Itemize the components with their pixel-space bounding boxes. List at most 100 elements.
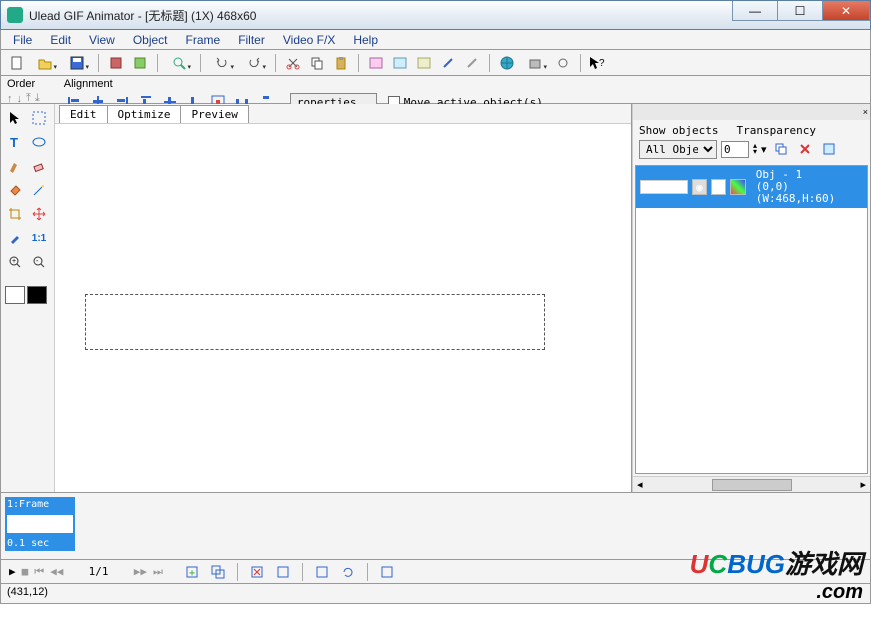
menu-object[interactable]: Object	[125, 31, 176, 49]
scroll-left-icon[interactable]: ◂	[633, 478, 647, 491]
menu-help[interactable]: Help	[345, 31, 386, 49]
insert-text-icon[interactable]	[390, 53, 410, 73]
crop-tool-icon[interactable]	[5, 204, 25, 224]
panel-scrollbar[interactable]: ◂ ▸	[633, 476, 870, 492]
new-file-icon[interactable]	[7, 53, 27, 73]
transparency-input[interactable]	[721, 141, 749, 158]
move-tool-icon[interactable]	[29, 204, 49, 224]
link-icon[interactable]	[438, 53, 458, 73]
help-pointer-icon[interactable]: ?	[588, 53, 608, 73]
selection-rectangle[interactable]	[85, 294, 545, 350]
menu-file[interactable]: File	[5, 31, 40, 49]
frame-position: 1/1	[89, 565, 109, 578]
zoom-icon[interactable]	[165, 53, 193, 73]
panel-close-icon[interactable]: ×	[863, 107, 868, 117]
export-icon[interactable]	[521, 53, 549, 73]
close-button[interactable]: ✕	[822, 1, 870, 21]
duplicate-object-icon[interactable]	[771, 139, 791, 159]
delete-object-icon[interactable]	[795, 139, 815, 159]
toolbox: T 1:1 + -	[1, 104, 55, 492]
prev-frame-icon[interactable]: ◀◀	[50, 565, 63, 578]
send-backward-icon[interactable]: ↓	[17, 93, 23, 105]
scrollbar-thumb[interactable]	[712, 479, 792, 491]
minimize-button[interactable]: —	[732, 1, 778, 21]
canvas[interactable]	[55, 124, 631, 492]
first-frame-icon[interactable]: ⏮	[34, 565, 44, 579]
bring-forward-icon[interactable]: ↑	[7, 93, 13, 105]
frame-thumbnail[interactable]: 1:Frame 0.1 sec	[5, 497, 75, 551]
object-properties-icon[interactable]	[819, 139, 839, 159]
order-label: Order	[7, 78, 40, 90]
paste-icon[interactable]	[331, 53, 351, 73]
svg-text:-: -	[36, 258, 39, 265]
transparency-dropdown-icon[interactable]: ▾	[761, 143, 767, 156]
app-icon	[7, 7, 23, 23]
maximize-button[interactable]: ☐	[777, 1, 823, 21]
ellipse-tool-icon[interactable]	[29, 132, 49, 152]
brush-tool-icon[interactable]	[5, 156, 25, 176]
unlink-icon[interactable]	[462, 53, 482, 73]
marquee-tool-icon[interactable]	[29, 108, 49, 128]
menu-videofx[interactable]: Video F/X	[275, 31, 343, 49]
eraser-tool-icon[interactable]	[29, 156, 49, 176]
tab-edit[interactable]: Edit	[59, 105, 108, 123]
visibility-toggle-icon[interactable]: ◉	[692, 179, 707, 195]
arrange-bar: Order ↑ ↓ ⤒ ⤓ Alignment roperties.. Move…	[0, 76, 871, 104]
alignment-label: Alignment	[64, 78, 543, 90]
tab-preview[interactable]: Preview	[180, 105, 248, 123]
zoom-in-icon[interactable]: +	[5, 252, 25, 272]
cursor-position: (431,12)	[7, 586, 48, 598]
transparency-spinner[interactable]: ▴▾	[753, 143, 757, 155]
object-thumbnail	[640, 180, 688, 194]
svg-text:+: +	[189, 568, 195, 579]
copy-icon[interactable]	[307, 53, 327, 73]
play-icon[interactable]: ▶	[9, 565, 16, 578]
wand-tool-icon[interactable]	[29, 180, 49, 200]
lock-toggle-icon[interactable]	[711, 179, 726, 195]
fill-tool-icon[interactable]	[5, 180, 25, 200]
loop-icon[interactable]	[338, 562, 358, 582]
pointer-tool-icon[interactable]	[5, 108, 25, 128]
delete-frame-icon[interactable]	[247, 562, 267, 582]
optimize-icon[interactable]	[130, 53, 150, 73]
object-item[interactable]: ◉ Obj - 1 (0,0)(W:468,H:60)	[636, 166, 867, 208]
add-frame-icon[interactable]: +	[182, 562, 202, 582]
last-frame-icon[interactable]: ⏭	[153, 565, 163, 579]
titlebar: Ulead GIF Animator - [无标题] (1X) 468x60 —…	[0, 0, 871, 30]
frame-preview	[7, 515, 73, 533]
menu-edit[interactable]: Edit	[42, 31, 79, 49]
object-list: ◉ Obj - 1 (0,0)(W:468,H:60)	[635, 165, 868, 474]
foreground-swatch[interactable]	[5, 286, 25, 304]
tab-optimize[interactable]: Optimize	[107, 105, 182, 123]
wizard-icon[interactable]	[106, 53, 126, 73]
eyedropper-tool-icon[interactable]	[5, 228, 25, 248]
cut-icon[interactable]	[283, 53, 303, 73]
insert-image-icon[interactable]	[366, 53, 386, 73]
preview-browser-icon[interactable]	[497, 53, 517, 73]
duplicate-frame-icon[interactable]	[208, 562, 228, 582]
canvas-area: Edit Optimize Preview	[55, 104, 632, 492]
redo-icon[interactable]	[240, 53, 268, 73]
scroll-right-icon[interactable]: ▸	[856, 478, 870, 491]
transparency-label: Transparency	[736, 124, 815, 137]
settings-icon[interactable]	[553, 53, 573, 73]
menu-view[interactable]: View	[81, 31, 123, 49]
menu-frame[interactable]: Frame	[178, 31, 229, 49]
show-objects-select[interactable]: All Object:	[639, 140, 717, 159]
tween-frame-icon[interactable]	[273, 562, 293, 582]
save-file-icon[interactable]	[63, 53, 91, 73]
zoom-11-icon[interactable]: 1:1	[29, 228, 49, 248]
undo-icon[interactable]	[208, 53, 236, 73]
frame-props-icon[interactable]	[312, 562, 332, 582]
next-frame-icon[interactable]: ▶▶	[134, 565, 147, 578]
background-swatch[interactable]	[27, 286, 47, 304]
window-title: Ulead GIF Animator - [无标题] (1X) 468x60	[29, 7, 256, 24]
global-info-icon[interactable]	[377, 562, 397, 582]
open-file-icon[interactable]	[31, 53, 59, 73]
stop-icon[interactable]: ■	[22, 565, 29, 578]
menu-filter[interactable]: Filter	[230, 31, 273, 49]
svg-text:T: T	[10, 135, 18, 149]
insert-video-icon[interactable]	[414, 53, 434, 73]
text-tool-icon[interactable]: T	[5, 132, 25, 152]
zoom-out-icon[interactable]: -	[29, 252, 49, 272]
